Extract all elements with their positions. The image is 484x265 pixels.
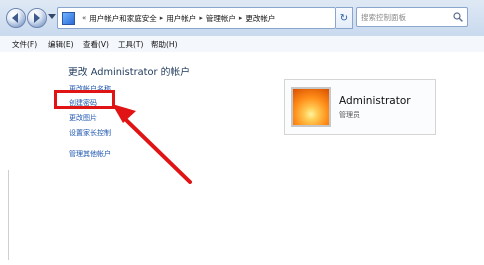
- annotation-arrow: [112, 104, 192, 184]
- arrow-head: [112, 104, 136, 123]
- control-panel-window: « 用户帐户和家庭安全 ▸ 用户帐户 ▸ 管理帐户 ▸ 更改帐户 ↻ 搜索控制面…: [0, 0, 484, 265]
- arrow-shaft: [122, 116, 192, 184]
